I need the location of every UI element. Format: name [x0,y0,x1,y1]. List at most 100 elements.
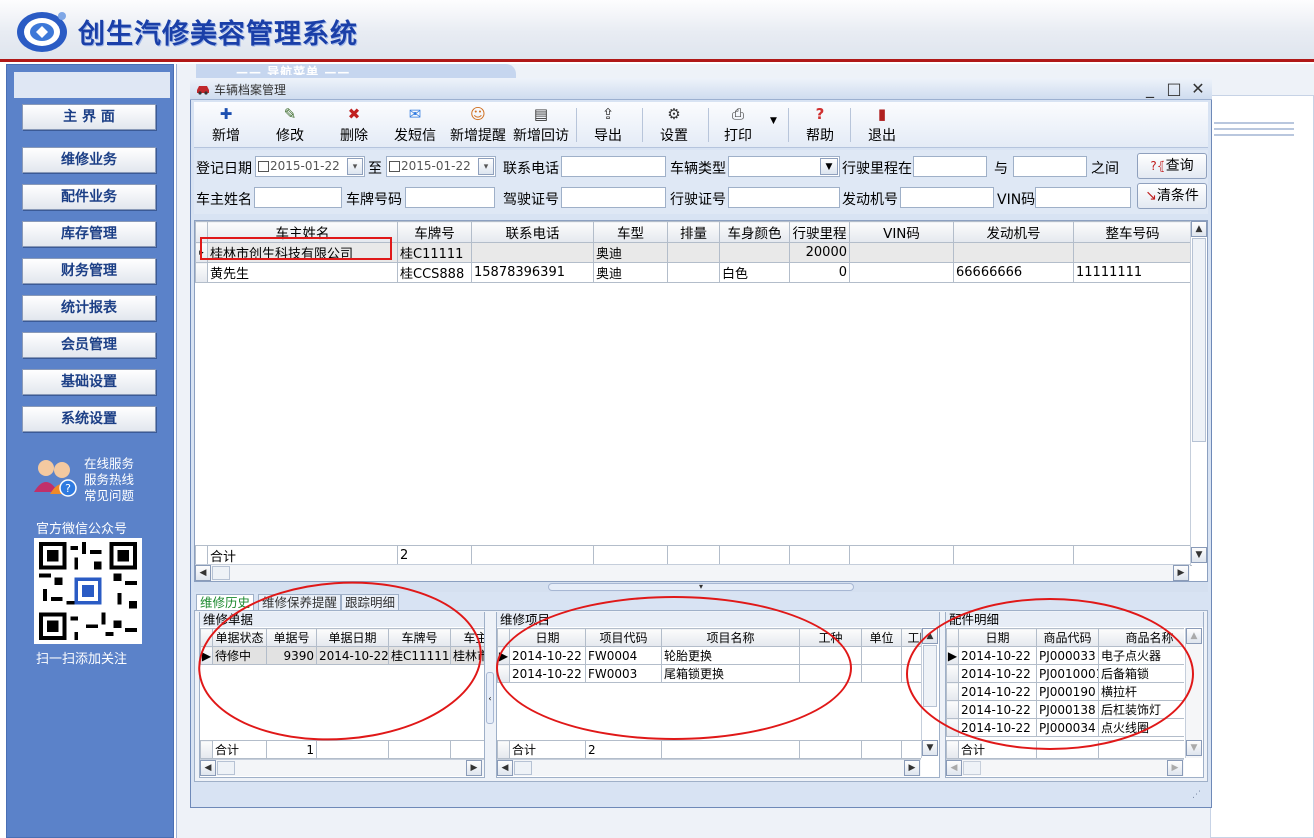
scroll-thumb[interactable] [1192,238,1206,442]
scroll-thumb[interactable] [217,761,235,775]
add-reminder-button[interactable]: ☺ 新增提醒 [448,104,508,145]
mileage-max-input[interactable] [1013,156,1087,177]
date-from-picker[interactable]: 2015-01-22 ▾ [255,156,365,177]
date-from-dropdown-icon[interactable]: ▾ [347,158,363,175]
horizontal-scrollbar[interactable]: ◀ ▶ [195,564,1190,581]
cell-engine[interactable]: 66666666 [953,262,1074,283]
scroll-down-icon[interactable]: ▼ [922,740,938,756]
scroll-right-icon[interactable]: ▶ [904,760,920,776]
cell-mileage[interactable]: 0 [789,262,850,283]
clear-filter-button[interactable]: ↘清条件 [1137,183,1207,209]
phone-input[interactable] [561,156,666,177]
search-button[interactable]: ?⦃查询 [1137,153,1207,179]
sidebar-item-repair[interactable]: 维修业务 [22,147,156,173]
minimize-button[interactable]: _ [1140,79,1160,98]
engine-input[interactable] [900,187,994,208]
scroll-thumb[interactable] [212,566,230,580]
cell-vin[interactable] [849,242,954,263]
scroll-up-icon[interactable]: ▲ [1191,221,1207,237]
col-mileage[interactable]: 行驶里程 [789,221,850,243]
cell-phone[interactable]: 15878396391 [471,262,594,283]
scroll-down-icon[interactable]: ▼ [1186,740,1202,756]
sidebar-item-inventory[interactable]: 库存管理 [22,221,156,247]
vehicle-license-input[interactable] [728,187,840,208]
cell-unit[interactable] [861,646,902,665]
cell-vin[interactable] [849,262,954,283]
scroll-thumb[interactable] [963,761,981,775]
date-to-picker[interactable]: 2015-01-22 ▾ [386,156,496,177]
owner-input[interactable] [254,187,342,208]
col-phone[interactable]: 联系电话 [471,221,594,243]
scroll-left-icon[interactable]: ◀ [497,760,513,776]
cell-mileage[interactable]: 20000 [789,242,850,263]
sidebar-item-basic-settings[interactable]: 基础设置 [22,369,156,395]
scroll-left-icon[interactable]: ◀ [195,565,211,581]
exit-button[interactable]: ▮ 退出 [864,104,900,145]
col-color[interactable]: 车身颜色 [719,221,790,243]
col-unit[interactable]: 单位 [861,628,902,647]
scroll-down-icon[interactable]: ▼ [1191,547,1207,563]
sidebar-item-system-settings[interactable]: 系统设置 [22,406,156,432]
resize-grip-icon[interactable]: ⋰ [1192,790,1201,800]
send-sms-button[interactable]: ✉ 发短信 [392,104,438,145]
date-from-checkbox[interactable] [258,161,269,172]
cell-chassis[interactable]: 11111111 [1073,262,1192,283]
cell-displacement[interactable] [667,262,720,283]
horizontal-scrollbar[interactable]: ◀ ▶ [200,759,484,776]
cell-plate[interactable]: 桂C11111 [397,242,472,263]
cell-color[interactable] [719,242,790,263]
col-engine[interactable]: 发动机号 [953,221,1074,243]
sidebar-item-finance[interactable]: 财务管理 [22,258,156,284]
table-row[interactable]: 黄先生 桂CCS888 15878396391 奥迪 白色 0 66666666… [195,262,1192,283]
date-to-checkbox[interactable] [389,161,400,172]
scroll-right-icon[interactable]: ▶ [1167,760,1183,776]
edit-button[interactable]: ✎ 修改 [272,104,308,145]
faq-link[interactable]: 常见问题 [84,485,134,504]
col-displacement[interactable]: 排量 [667,221,720,243]
scroll-up-icon[interactable]: ▲ [1186,628,1202,644]
cell-car-type[interactable]: 奥迪 [593,242,668,263]
cell-phone[interactable] [471,242,594,263]
print-dropdown-icon[interactable]: ▼ [770,116,777,126]
cell-car-type[interactable]: 奥迪 [593,262,668,283]
sidebar-item-reports[interactable]: 统计报表 [22,295,156,321]
window-titlebar[interactable] [190,78,1212,100]
scroll-left-icon[interactable]: ◀ [946,760,962,776]
vin-input[interactable] [1035,187,1131,208]
print-button[interactable]: ⎙ 打印 [720,104,756,145]
help-button[interactable]: ? 帮助 [802,104,838,145]
panel-splitter-grip-icon[interactable]: ‹ [486,672,494,724]
add-button[interactable]: ✚ 新增 [208,104,244,145]
cell-unit[interactable] [861,664,902,683]
col-chassis[interactable]: 整车号码 [1073,221,1192,243]
col-vin[interactable]: VIN码 [849,221,954,243]
horizontal-scrollbar[interactable]: ◀ ▶ [946,759,1184,776]
cell-owner[interactable]: 黄先生 [207,262,398,283]
plate-input[interactable] [405,187,495,208]
car-type-select[interactable]: ▼ [728,156,840,177]
settings-button[interactable]: ⚙ 设置 [656,104,692,145]
maximize-button[interactable]: □ [1164,79,1184,98]
close-button[interactable]: ✕ [1188,79,1208,98]
splitter-grip-icon[interactable]: ▾ [548,583,854,591]
scroll-right-icon[interactable]: ▶ [466,760,482,776]
col-car-type[interactable]: 车型 [593,221,668,243]
cell-plate[interactable]: 桂CCS888 [397,262,472,283]
cell-color[interactable]: 白色 [719,262,790,283]
vertical-scrollbar[interactable]: ▲ ▼ [1190,221,1207,565]
col-plate[interactable]: 车牌号 [397,221,472,243]
cell-displacement[interactable] [667,242,720,263]
license-input[interactable] [561,187,666,208]
date-to-dropdown-icon[interactable]: ▾ [478,158,494,175]
horizontal-scrollbar[interactable]: ◀ ▶ [497,759,921,776]
sidebar-item-parts[interactable]: 配件业务 [22,184,156,210]
delete-button[interactable]: ✖ 删除 [336,104,372,145]
sidebar-item-home[interactable]: 主 界 面 [22,104,156,130]
cell-chassis[interactable] [1073,242,1192,263]
scroll-thumb[interactable] [514,761,532,775]
chevron-down-icon[interactable]: ▼ [820,158,838,175]
scroll-right-icon[interactable]: ▶ [1173,565,1189,581]
scroll-left-icon[interactable]: ◀ [200,760,216,776]
add-visit-button[interactable]: ▤ 新增回访 [511,104,571,145]
cell-engine[interactable] [953,242,1074,263]
